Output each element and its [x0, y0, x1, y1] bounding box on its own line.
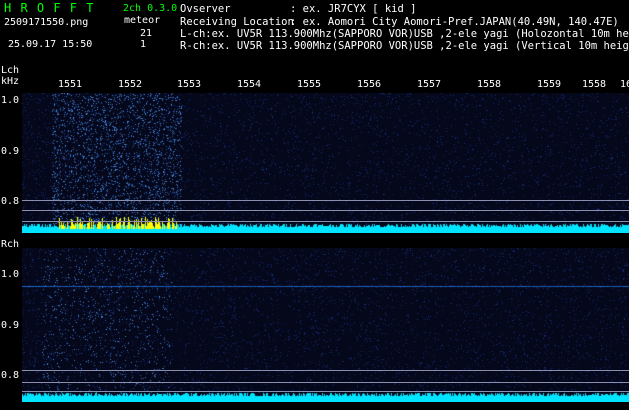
time-tick: 1554	[237, 79, 262, 90]
rch-marker-line	[22, 370, 629, 371]
lch-marker-line	[22, 221, 629, 222]
lch-description: L-ch:ex. UV5R 113.900Mhz(SAPPORO VOR)USB…	[180, 28, 629, 40]
time-tick: 1551	[58, 79, 83, 90]
observer-value: : ex. JR7CYX [ kid ]	[290, 3, 417, 15]
time-axis: 1551 1552 1553 1554 1555 1556 1557 1558 …	[0, 80, 629, 94]
time-tick: 1557	[417, 79, 442, 90]
rch-spectrogram	[22, 248, 629, 402]
time-tick: 16	[620, 79, 629, 90]
rch-spectrogram-canvas	[22, 248, 629, 402]
mode-label: meteor	[124, 15, 161, 26]
rch-ytick: 0.8	[1, 370, 20, 381]
rch-ytick: 1.0	[1, 269, 20, 280]
lch-label: Lch	[1, 65, 20, 76]
meteor-count-2: 1	[140, 39, 147, 50]
rch-marker-line	[22, 391, 629, 392]
lch-marker-line	[22, 210, 629, 211]
time-tick: 1558	[477, 79, 502, 90]
rch-description: R-ch:ex. UV5R 113.900Mhz(SAPPORO VOR)USB…	[180, 40, 629, 52]
lch-spectrogram-canvas	[22, 93, 629, 233]
lch-ytick: 1.0	[1, 95, 20, 106]
filename-label: 2509171550.png	[4, 17, 89, 28]
version-label: 2ch 0.3.0	[123, 3, 178, 14]
location-label: Receiving Location	[180, 16, 294, 28]
time-tick: 1559	[537, 79, 562, 90]
lch-ytick: 0.9	[1, 146, 20, 157]
lch-marker-line	[22, 200, 629, 201]
time-tick: 1558	[582, 79, 607, 90]
meteor-count: 21	[140, 28, 153, 39]
rch-ytick: 0.9	[1, 320, 20, 331]
datetime-label: 25.09.17 15:50	[8, 39, 93, 50]
rch-marker-line	[22, 382, 629, 383]
location-value: : ex. Aomori City Aomori-Pref.JAPAN(40.4…	[290, 16, 619, 28]
lch-spectrogram	[22, 93, 629, 233]
time-tick: 1552	[118, 79, 143, 90]
rch-label: Rch	[1, 239, 20, 250]
time-tick: 1555	[297, 79, 322, 90]
app-logo: H R O F F T	[4, 1, 95, 15]
time-tick: 1553	[177, 79, 202, 90]
lch-ytick: 0.8	[1, 196, 20, 207]
time-tick: 1556	[357, 79, 382, 90]
observer-label: Ovserver	[180, 3, 231, 15]
